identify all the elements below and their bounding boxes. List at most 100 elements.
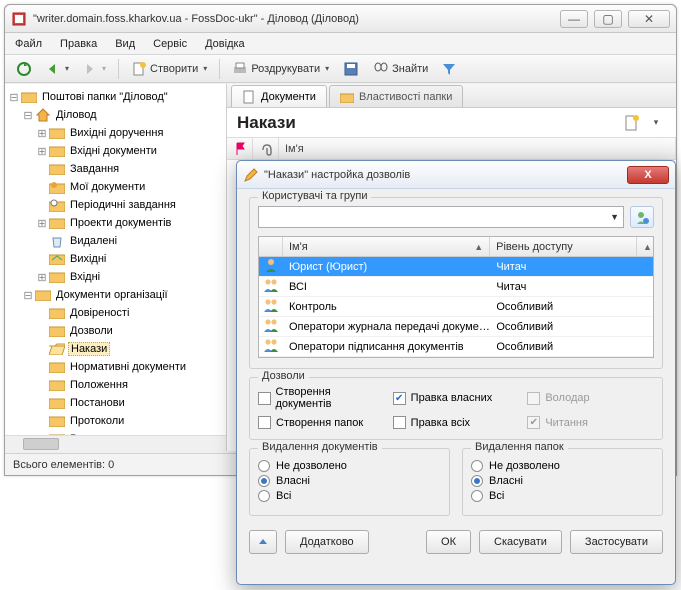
add-user-button[interactable] bbox=[630, 206, 654, 228]
dialog-title-bar[interactable]: "Накази" настройка дозволів X bbox=[237, 161, 675, 189]
print-button[interactable]: Роздрукувати▾ bbox=[227, 58, 334, 80]
grid-cell-level: Особливий bbox=[490, 301, 637, 313]
back-button[interactable]: ▾ bbox=[41, 58, 74, 80]
folder-icon bbox=[49, 125, 65, 141]
ok-button[interactable]: ОК bbox=[426, 530, 471, 554]
tree-item[interactable]: Вхідні документи bbox=[68, 145, 159, 157]
list-column-header[interactable]: Ім'я bbox=[227, 138, 676, 160]
grid-row[interactable]: ВСІЧитач bbox=[259, 277, 653, 297]
tree-item[interactable]: Постанови bbox=[68, 397, 127, 409]
radio-folders-own[interactable]: Власні bbox=[471, 475, 654, 487]
radio-docs-all[interactable]: Всі bbox=[258, 490, 441, 502]
pencil-icon bbox=[243, 167, 259, 183]
content-heading: Накази ▾ bbox=[227, 108, 676, 138]
tree-item[interactable]: Видалені bbox=[68, 235, 119, 247]
horizontal-scrollbar[interactable] bbox=[5, 435, 226, 451]
title-bar[interactable]: "writer.domain.foss.kharkov.ua - FossDoc… bbox=[5, 5, 676, 33]
chevron-down-icon[interactable]: ▾ bbox=[646, 113, 666, 133]
delete-docs-legend: Видалення документів bbox=[258, 441, 382, 453]
find-button[interactable]: Знайти bbox=[368, 58, 433, 80]
grid-row[interactable]: Юрист (Юрист)Читач bbox=[259, 257, 653, 277]
tree-item[interactable]: Проекти документів bbox=[68, 217, 173, 229]
tree-item[interactable]: Завдання bbox=[68, 163, 121, 175]
grid-header[interactable]: Ім'я▲ Рівень доступу ▲ bbox=[259, 237, 653, 257]
tree-item[interactable]: Довіреності bbox=[68, 307, 131, 319]
user-combo[interactable]: ▼ bbox=[258, 206, 624, 228]
tree-toggle[interactable]: ⊟ bbox=[21, 288, 35, 302]
permissions-legend: Дозволи bbox=[258, 370, 309, 382]
window-title: "writer.domain.foss.kharkov.ua - FossDoc… bbox=[33, 13, 560, 25]
radio-docs-own[interactable]: Власні bbox=[258, 475, 441, 487]
grid-row[interactable]: Оператори журнала передачі докуме…Особли… bbox=[259, 317, 653, 337]
outbox-icon bbox=[49, 251, 65, 267]
chk-edit-own[interactable]: ✔Правка власних bbox=[393, 386, 520, 410]
tab-documents[interactable]: Документи bbox=[231, 85, 327, 107]
tree-item[interactable]: Діловод bbox=[54, 109, 99, 121]
trash-icon bbox=[49, 233, 65, 249]
column-name[interactable]: Ім'я bbox=[279, 138, 676, 159]
maximize-button[interactable]: ▢ bbox=[594, 10, 622, 28]
create-button[interactable]: Створити▾ bbox=[126, 58, 212, 80]
user-icon bbox=[263, 257, 279, 276]
forward-button[interactable]: ▾ bbox=[78, 58, 111, 80]
minimize-button[interactable]: — bbox=[560, 10, 588, 28]
permissions-dialog: "Накази" настройка дозволів X Користувач… bbox=[236, 160, 676, 585]
more-button[interactable]: Додатково bbox=[285, 530, 369, 554]
menu-service[interactable]: Сервіс bbox=[153, 38, 187, 50]
tree-item[interactable]: Мої документи bbox=[68, 181, 147, 193]
folder-icon bbox=[35, 287, 51, 303]
scrollbar-thumb[interactable] bbox=[23, 438, 59, 450]
tab-strip: Документи Властивості папки bbox=[227, 84, 676, 108]
tree-toggle[interactable]: ⊟ bbox=[21, 108, 35, 122]
radio-docs-none[interactable]: Не дозволено bbox=[258, 460, 441, 472]
tree-item-selected[interactable]: Накази bbox=[68, 342, 110, 356]
menu-view[interactable]: Вид bbox=[115, 38, 135, 50]
new-doc-icon[interactable] bbox=[622, 113, 642, 133]
menu-edit[interactable]: Правка bbox=[60, 38, 97, 50]
tree-item[interactable]: Вихідні доручення bbox=[68, 127, 165, 139]
tree-item[interactable]: Вихідні bbox=[68, 253, 108, 265]
chk-read: ✔Читання bbox=[527, 416, 654, 429]
grid-row[interactable]: КонтрольОсобливий bbox=[259, 297, 653, 317]
folder-tree[interactable]: ⊟ Поштові папки "Діловод" ⊟ Діловод ⊞ Вихід… bbox=[5, 84, 227, 451]
tree-toggle[interactable]: ⊟ bbox=[7, 90, 21, 104]
create-label: Створити bbox=[150, 63, 198, 75]
tree-toggle[interactable]: ⊞ bbox=[35, 126, 49, 140]
col-name[interactable]: Ім'я bbox=[289, 241, 308, 253]
tree-toggle[interactable]: ⊞ bbox=[35, 216, 49, 230]
grid-cell-name: Оператори журнала передачі докуме… bbox=[283, 321, 490, 333]
tree-item[interactable]: Документи організації bbox=[54, 289, 170, 301]
tree-toggle[interactable]: ⊞ bbox=[35, 144, 49, 158]
radio-folders-all[interactable]: Всі bbox=[471, 490, 654, 502]
grid-cell-level: Особливий bbox=[490, 321, 637, 333]
menu-file[interactable]: Файл bbox=[15, 38, 42, 50]
close-button[interactable]: ✕ bbox=[628, 10, 670, 28]
tree-item[interactable]: Протоколи bbox=[68, 415, 126, 427]
chevron-up-icon: ▲ bbox=[643, 242, 652, 252]
collapse-button[interactable] bbox=[249, 530, 277, 554]
grid-cell-name: ВСІ bbox=[283, 281, 490, 293]
tree-item[interactable]: Положення bbox=[68, 379, 130, 391]
tree-item[interactable]: Періодичні завдання bbox=[68, 199, 178, 211]
save-icon-button[interactable] bbox=[338, 58, 364, 80]
tree-root[interactable]: Поштові папки "Діловод" bbox=[40, 91, 170, 103]
folder-icon bbox=[49, 413, 65, 429]
tree-item[interactable]: Нормативні документи bbox=[68, 361, 188, 373]
dialog-close-button[interactable]: X bbox=[627, 166, 669, 184]
sync-button[interactable] bbox=[11, 58, 37, 80]
users-groups-legend: Користувачі та групи bbox=[258, 190, 371, 202]
menu-help[interactable]: Довідка bbox=[205, 38, 245, 50]
col-level[interactable]: Рівень доступу bbox=[490, 237, 637, 256]
radio-folders-none[interactable]: Не дозволено bbox=[471, 460, 654, 472]
chk-edit-all[interactable]: Правка всіх bbox=[393, 416, 520, 429]
grid-row[interactable]: Оператори підписання документівОсобливий bbox=[259, 337, 653, 357]
filter-button[interactable] bbox=[437, 58, 461, 80]
chk-create-docs[interactable]: Створення документів bbox=[258, 386, 385, 410]
tree-item[interactable]: Дозволи bbox=[68, 325, 115, 337]
tree-item[interactable]: Вхідні bbox=[68, 271, 102, 283]
chk-create-folders[interactable]: Створення папок bbox=[258, 416, 385, 429]
apply-button[interactable]: Застосувати bbox=[570, 530, 663, 554]
tab-folder-props[interactable]: Властивості папки bbox=[329, 85, 463, 107]
tree-toggle[interactable]: ⊞ bbox=[35, 270, 49, 284]
cancel-button[interactable]: Скасувати bbox=[479, 530, 562, 554]
